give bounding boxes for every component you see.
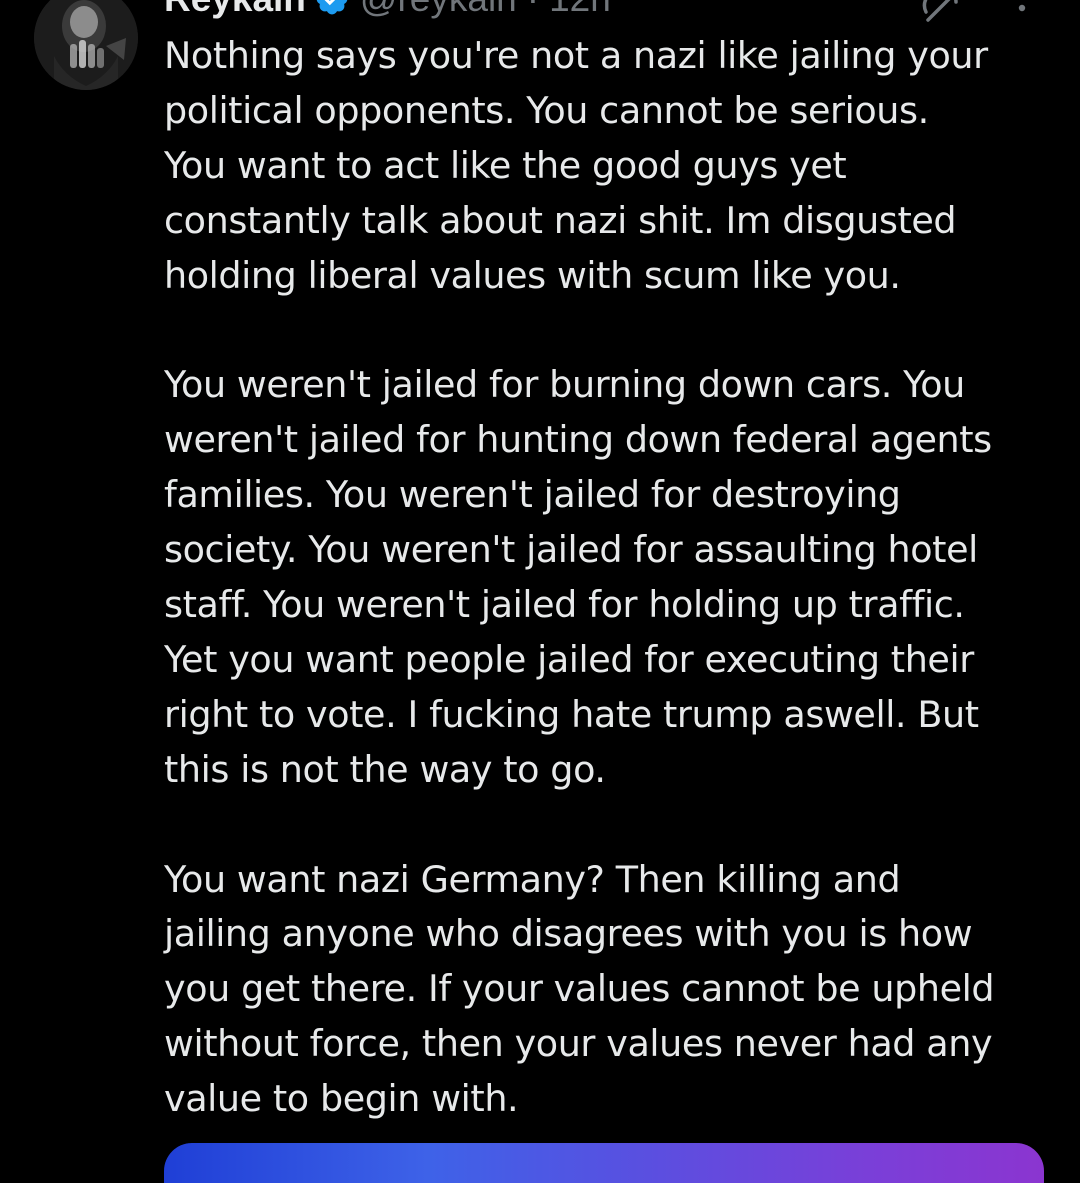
post[interactable]: Reykain @reykain · 12h Nothing says you'…	[0, 0, 1080, 1183]
text-line: holding liberal values with scum like yo…	[164, 253, 901, 297]
header-separator: ·	[527, 0, 539, 20]
author-handle[interactable]: @reykain	[360, 0, 517, 20]
text-line: society. You weren't jailed for assaulti…	[164, 528, 978, 572]
text-line: this is not the way to go.	[164, 747, 606, 791]
text-line: staff. You weren't jailed for holding up…	[164, 583, 965, 627]
avatar-image	[34, 0, 138, 90]
text-line: jailing anyone who disagrees with you is…	[164, 912, 973, 956]
text-line: constantly talk about nazi shit. Im disg…	[164, 198, 957, 242]
text-line: value to begin with.	[164, 1077, 519, 1121]
text-line: political opponents. You cannot be serio…	[164, 88, 929, 132]
text-line: without force, then your values never ha…	[164, 1022, 993, 1066]
text-line: weren't jailed for hunting down federal …	[164, 418, 992, 462]
verified-badge-icon	[314, 0, 350, 17]
avatar[interactable]	[34, 0, 138, 90]
text-line: You weren't jailed for burning down cars…	[164, 363, 965, 407]
text-line: You want nazi Germany? Then killing and	[164, 857, 901, 901]
post-header: Reykain @reykain · 12h	[164, 0, 611, 24]
post-paragraph: Nothing says you're not a nazi like jail…	[164, 29, 1064, 304]
display-name[interactable]: Reykain	[164, 0, 306, 20]
media-card[interactable]	[164, 1143, 1044, 1183]
text-line: Yet you want people jailed for executing…	[164, 637, 974, 681]
text-line: right to vote. I fucking hate trump aswe…	[164, 692, 979, 736]
post-timestamp[interactable]: 12h	[549, 0, 611, 20]
grok-icon[interactable]	[918, 0, 962, 22]
text-line: Nothing says you're not a nazi like jail…	[164, 34, 988, 77]
more-icon[interactable]	[1014, 0, 1030, 26]
text-line: you get there. If your values cannot be …	[164, 967, 995, 1011]
post-paragraph: You weren't jailed for burning down cars…	[164, 358, 1064, 797]
text-line: families. You weren't jailed for destroy…	[164, 473, 901, 517]
post-paragraph: You want nazi Germany? Then killing and …	[164, 853, 1064, 1128]
text-line: You want to act like the good guys yet	[164, 143, 847, 187]
post-body: Nothing says you're not a nazi like jail…	[164, 29, 1064, 1127]
